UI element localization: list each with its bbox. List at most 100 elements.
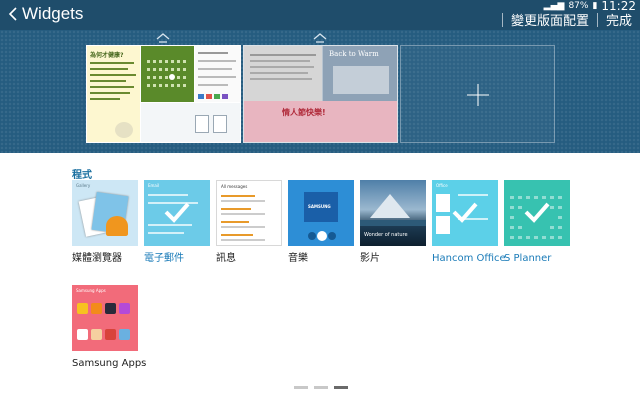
widget-video[interactable]: Wonder of nature 影片 xyxy=(360,180,426,265)
document-icon xyxy=(436,216,450,234)
divider xyxy=(501,12,503,27)
done-button[interactable]: 完成 xyxy=(606,10,632,29)
text-line xyxy=(250,54,316,56)
app-icon xyxy=(119,329,130,340)
widget-label: 媒體瀏覽器 xyxy=(72,253,122,264)
text-line xyxy=(221,226,265,228)
text-line xyxy=(198,52,228,54)
text-line xyxy=(90,86,134,88)
page-dot[interactable] xyxy=(294,386,308,389)
video-widget-preview: Back to Warm xyxy=(323,46,397,101)
text-line xyxy=(250,60,310,62)
cup-illustration xyxy=(115,122,133,138)
widget-caption: Wonder of nature xyxy=(364,232,408,238)
app-icon xyxy=(105,329,116,340)
text-line xyxy=(148,232,184,234)
calendar-grid xyxy=(147,60,186,87)
divider xyxy=(596,12,598,27)
widget-messages[interactable]: All messages 訊息 xyxy=(216,180,282,265)
app-shortcut-icon xyxy=(214,94,220,99)
action-buttons: 變更版面配置 完成 xyxy=(501,10,632,29)
text-line xyxy=(221,195,255,197)
text-line xyxy=(221,239,265,241)
document-icon xyxy=(213,115,227,133)
butterfly-image xyxy=(106,216,128,236)
app-icon xyxy=(91,329,102,340)
home-screen-pages: 為何才健康? Back to Warm 情人節快樂! xyxy=(0,30,640,153)
calendar-widget-preview xyxy=(141,46,194,102)
app-shortcut-icon xyxy=(206,94,212,99)
widget-preview: Gallery xyxy=(72,180,138,246)
album-art-text: SAMSUNG xyxy=(308,204,331,209)
check-icon xyxy=(524,202,550,223)
text-line xyxy=(198,76,236,78)
text-line xyxy=(198,84,228,86)
widget-label: 音樂 xyxy=(288,253,308,264)
office-widget-preview xyxy=(141,103,240,142)
check-icon xyxy=(164,202,190,223)
text-line xyxy=(250,72,308,74)
widget-label: S Planner xyxy=(504,253,552,264)
widget-music[interactable]: SAMSUNG 音樂 xyxy=(288,180,354,265)
app-icon xyxy=(77,303,88,314)
widget-gallery[interactable]: Gallery 媒體瀏覽器 xyxy=(72,180,138,265)
text-line xyxy=(90,98,120,100)
text-line xyxy=(148,224,192,226)
widget-samsung-apps[interactable]: Samsung Apps Samsung Apps xyxy=(72,285,146,370)
text-line xyxy=(198,60,236,62)
back-arrow-icon[interactable] xyxy=(6,4,20,24)
widget-email[interactable]: Email 電子郵件 xyxy=(144,180,210,265)
app-icon xyxy=(91,303,102,314)
app-shortcut-icon xyxy=(222,94,228,99)
document-icon xyxy=(195,115,209,133)
page-dot[interactable] xyxy=(314,386,328,389)
home-page-thumbnail[interactable]: Back to Warm 情人節快樂! xyxy=(243,45,398,143)
action-bar: Widgets ▂▄▆ 87% ▮ 11:22 變更版面配置 完成 xyxy=(0,0,640,30)
home-page-icon[interactable] xyxy=(155,32,171,44)
widget-preview: Office xyxy=(432,180,498,246)
text-line xyxy=(221,208,251,210)
widget-preview: Email xyxy=(144,180,210,246)
widget-label: Samsung Apps xyxy=(72,358,147,369)
text-line xyxy=(90,62,134,64)
change-layout-button[interactable]: 變更版面配置 xyxy=(511,10,589,29)
widget-preview xyxy=(504,180,570,246)
note-widget-preview: 為何才健康? xyxy=(87,46,140,142)
play-icon xyxy=(317,231,327,241)
plus-icon[interactable] xyxy=(465,82,491,108)
video-widget-text: Back to Warm xyxy=(329,50,379,58)
document-icon xyxy=(436,194,450,212)
section-title: 程式 xyxy=(72,170,92,181)
check-icon xyxy=(452,202,478,223)
widget-caption: All messages xyxy=(221,184,248,189)
widget-label: 影片 xyxy=(360,253,380,264)
widget-label: Hancom Office xyxy=(432,253,506,264)
text-line xyxy=(90,80,126,82)
album-art: SAMSUNG xyxy=(304,192,338,222)
app-icon xyxy=(119,303,130,314)
empty-page-thumbnail[interactable] xyxy=(400,45,555,143)
widget-preview: Samsung Apps xyxy=(72,285,138,351)
room-photo xyxy=(333,66,389,94)
text-line xyxy=(250,78,312,80)
home-page-icon[interactable] xyxy=(312,32,328,44)
page-title: Widgets xyxy=(22,4,84,23)
text-line xyxy=(198,68,232,70)
widget-preview: Wonder of nature xyxy=(360,180,426,246)
home-page-thumbnail[interactable]: 為何才健康? xyxy=(86,45,241,143)
widget-s-planner[interactable]: S Planner xyxy=(504,180,570,265)
photo-widget-text: 情人節快樂! xyxy=(282,108,326,117)
widget-label: 電子郵件 xyxy=(144,253,184,264)
text-line xyxy=(458,194,488,196)
next-icon xyxy=(328,232,336,240)
widget-hancom-office[interactable]: Office Hancom Office xyxy=(432,180,506,265)
page-dot-active[interactable] xyxy=(334,386,348,389)
text-line xyxy=(221,200,265,202)
text-line xyxy=(221,234,253,236)
text-line xyxy=(90,92,130,94)
text-line xyxy=(250,66,314,68)
widget-caption: Samsung Apps xyxy=(76,288,106,293)
text-line xyxy=(221,213,265,215)
widget-label: 訊息 xyxy=(216,253,236,264)
photo-widget-preview: 情人節快樂! xyxy=(244,101,397,142)
